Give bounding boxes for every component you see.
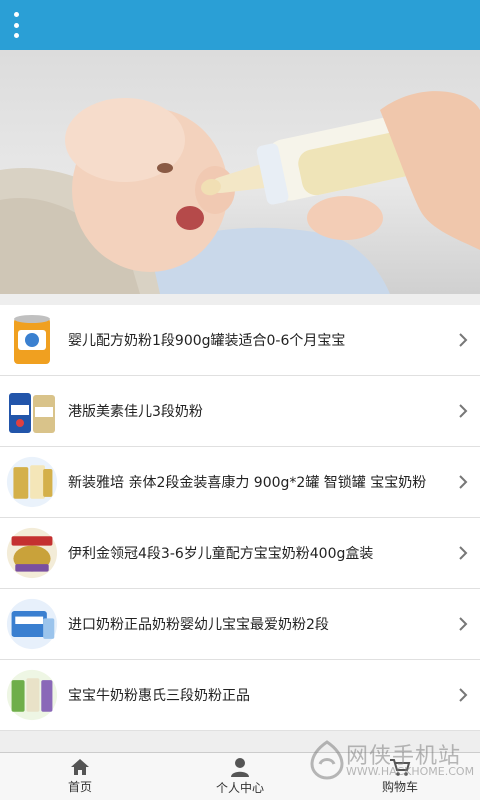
chevron-right-icon: [459, 475, 468, 489]
chevron-right-icon: [459, 546, 468, 560]
product-item[interactable]: 进口奶粉正品奶粉婴幼儿宝宝最爱奶粉2段: [0, 589, 480, 660]
chevron-right-icon: [459, 617, 468, 631]
more-vertical-icon[interactable]: [10, 12, 22, 38]
product-thumbnail: [6, 453, 58, 511]
tab-home[interactable]: 首页: [0, 753, 160, 800]
home-icon: [71, 759, 89, 775]
product-thumbnail: [6, 524, 58, 582]
chevron-right-icon: [459, 688, 468, 702]
chevron-right-icon: [459, 333, 468, 347]
product-thumbnail: [6, 382, 58, 440]
banner-image: [0, 91, 480, 294]
chevron-right-icon: [459, 404, 468, 418]
product-title: 进口奶粉正品奶粉婴幼儿宝宝最爱奶粉2段: [68, 617, 329, 633]
product-thumbnail: [6, 311, 58, 369]
product-title: 港版美素佳儿3段奶粉: [68, 404, 203, 420]
watermark-logo-icon: [310, 740, 344, 780]
product-item[interactable]: 伊利金领冠4段3-6岁儿童配方宝宝奶粉400g盒装: [0, 518, 480, 589]
product-item[interactable]: 港版美素佳儿3段奶粉: [0, 376, 480, 447]
watermark: 网侠手机站 WWW.HACKHOME.COM: [310, 736, 480, 784]
user-icon: [231, 758, 249, 777]
product-item[interactable]: 宝宝牛奶粉惠氏三段奶粉正品: [0, 660, 480, 731]
product-title: 伊利金领冠4段3-6岁儿童配方宝宝奶粉400g盒装: [68, 546, 374, 562]
banner-carousel[interactable]: [0, 50, 480, 294]
product-title: 新装雅培 亲体2段金装喜康力 900g*2罐 智锁罐 宝宝奶粉: [68, 475, 427, 491]
top-app-bar: [0, 0, 480, 50]
tab-label: 个人中心: [215, 781, 264, 795]
product-item[interactable]: 婴儿配方奶粉1段900g罐装适合0-6个月宝宝: [0, 305, 480, 376]
product-thumbnail: [6, 666, 58, 724]
tab-profile[interactable]: 个人中心: [160, 753, 320, 800]
watermark-url: WWW.HACKHOME.COM: [346, 765, 475, 778]
product-title: 宝宝牛奶粉惠氏三段奶粉正品: [68, 688, 250, 704]
product-thumbnail: [6, 595, 58, 653]
tab-label: 首页: [67, 780, 92, 794]
product-title: 婴儿配方奶粉1段900g罐装适合0-6个月宝宝: [68, 333, 346, 349]
product-list: 婴儿配方奶粉1段900g罐装适合0-6个月宝宝 港版美素佳儿3段奶粉 新装雅培: [0, 305, 480, 731]
product-item[interactable]: 新装雅培 亲体2段金装喜康力 900g*2罐 智锁罐 宝宝奶粉: [0, 447, 480, 518]
